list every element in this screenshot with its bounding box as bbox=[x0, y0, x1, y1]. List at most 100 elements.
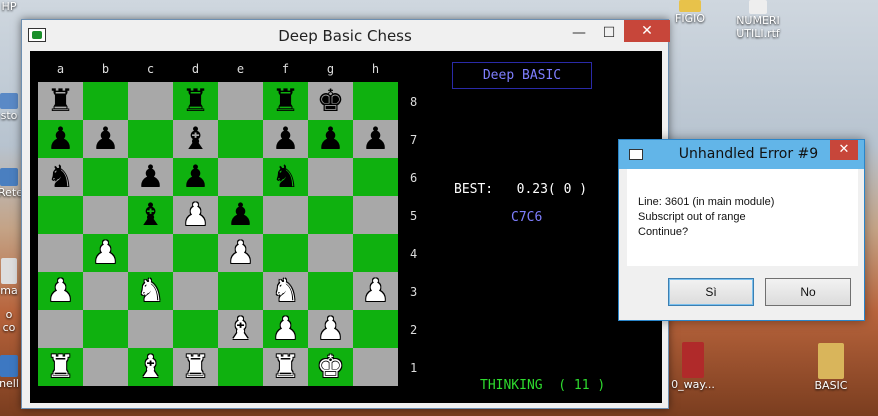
square-h2[interactable] bbox=[353, 310, 398, 348]
square-c8[interactable] bbox=[128, 82, 173, 120]
square-d4[interactable] bbox=[173, 234, 218, 272]
white-pawn-icon[interactable]: ♟ bbox=[83, 234, 128, 272]
square-a4[interactable] bbox=[38, 234, 83, 272]
white-pawn-icon[interactable]: ♟ bbox=[218, 234, 263, 272]
dialog-titlebar[interactable]: Unhandled Error #9 ✕ bbox=[619, 140, 864, 169]
square-g6[interactable] bbox=[308, 158, 353, 196]
square-d8[interactable]: ♜ bbox=[173, 82, 218, 120]
square-g8[interactable]: ♚ bbox=[308, 82, 353, 120]
desktop-icon-nell[interactable]: nell bbox=[0, 355, 20, 390]
desktop-icon-basic[interactable]: BASIC bbox=[808, 343, 854, 392]
black-rook-icon[interactable]: ♜ bbox=[173, 82, 218, 120]
white-pawn-icon[interactable]: ♟ bbox=[263, 310, 308, 348]
square-d5[interactable]: ♟ bbox=[173, 196, 218, 234]
close-button[interactable]: ✕ bbox=[624, 20, 670, 42]
square-e8[interactable] bbox=[218, 82, 263, 120]
black-pawn-icon[interactable]: ♟ bbox=[173, 158, 218, 196]
black-pawn-icon[interactable]: ♟ bbox=[83, 120, 128, 158]
black-pawn-icon[interactable]: ♟ bbox=[263, 120, 308, 158]
square-f7[interactable]: ♟ bbox=[263, 120, 308, 158]
square-e2[interactable]: ♝ bbox=[218, 310, 263, 348]
black-pawn-icon[interactable]: ♟ bbox=[218, 196, 263, 234]
square-h4[interactable] bbox=[353, 234, 398, 272]
black-pawn-icon[interactable]: ♟ bbox=[353, 120, 398, 158]
white-rook-icon[interactable]: ♜ bbox=[38, 348, 83, 386]
square-b4[interactable]: ♟ bbox=[83, 234, 128, 272]
square-d1[interactable]: ♜ bbox=[173, 348, 218, 386]
square-a8[interactable]: ♜ bbox=[38, 82, 83, 120]
window-titlebar[interactable]: Deep Basic Chess — ☐ ✕ bbox=[22, 20, 670, 51]
square-c2[interactable] bbox=[128, 310, 173, 348]
square-b7[interactable]: ♟ bbox=[83, 120, 128, 158]
desktop-icon-figio[interactable]: FIGIO bbox=[670, 0, 710, 25]
black-pawn-icon[interactable]: ♟ bbox=[308, 120, 353, 158]
dialog-close-button[interactable]: ✕ bbox=[830, 140, 858, 160]
square-h6[interactable] bbox=[353, 158, 398, 196]
square-f8[interactable]: ♜ bbox=[263, 82, 308, 120]
square-h7[interactable]: ♟ bbox=[353, 120, 398, 158]
desktop-icon-hp[interactable]: HP bbox=[0, 0, 20, 13]
black-pawn-icon[interactable]: ♟ bbox=[128, 158, 173, 196]
square-b5[interactable] bbox=[83, 196, 128, 234]
square-b2[interactable] bbox=[83, 310, 128, 348]
desktop-icon-numeri[interactable]: NUMERI UTILI.rtf bbox=[728, 0, 788, 40]
white-knight-icon[interactable]: ♞ bbox=[128, 272, 173, 310]
white-bishop-icon[interactable]: ♝ bbox=[218, 310, 263, 348]
square-g7[interactable]: ♟ bbox=[308, 120, 353, 158]
square-a7[interactable]: ♟ bbox=[38, 120, 83, 158]
white-rook-icon[interactable]: ♜ bbox=[173, 348, 218, 386]
square-h1[interactable] bbox=[353, 348, 398, 386]
black-rook-icon[interactable]: ♜ bbox=[38, 82, 83, 120]
white-pawn-icon[interactable]: ♟ bbox=[38, 272, 83, 310]
square-c4[interactable] bbox=[128, 234, 173, 272]
square-h8[interactable] bbox=[353, 82, 398, 120]
square-d2[interactable] bbox=[173, 310, 218, 348]
square-e7[interactable] bbox=[218, 120, 263, 158]
black-bishop-icon[interactable]: ♝ bbox=[173, 120, 218, 158]
square-g2[interactable]: ♟ bbox=[308, 310, 353, 348]
black-knight-icon[interactable]: ♞ bbox=[38, 158, 83, 196]
square-a1[interactable]: ♜ bbox=[38, 348, 83, 386]
square-f4[interactable] bbox=[263, 234, 308, 272]
white-pawn-icon[interactable]: ♟ bbox=[173, 196, 218, 234]
minimize-button[interactable]: — bbox=[564, 20, 594, 46]
white-rook-icon[interactable]: ♜ bbox=[263, 348, 308, 386]
square-c3[interactable]: ♞ bbox=[128, 272, 173, 310]
square-e5[interactable]: ♟ bbox=[218, 196, 263, 234]
square-f1[interactable]: ♜ bbox=[263, 348, 308, 386]
yes-button[interactable]: Sì bbox=[668, 278, 754, 306]
square-a6[interactable]: ♞ bbox=[38, 158, 83, 196]
square-g3[interactable] bbox=[308, 272, 353, 310]
chess-board[interactable]: ♜ ♜ ♜ ♚ ♟ ♟ ♝ ♟ ♟ ♟ ♞ ♟ ♟ ♞ ♝ ♟ ♟ ♟ ♟ ♟ ♞ ♞ ♟ ♝ ♟ ♟ ♜ ♝ ♜ ♜ ♚ bbox=[38, 82, 398, 386]
black-king-icon[interactable]: ♚ bbox=[308, 82, 353, 120]
white-bishop-icon[interactable]: ♝ bbox=[128, 348, 173, 386]
square-c7[interactable] bbox=[128, 120, 173, 158]
square-a2[interactable] bbox=[38, 310, 83, 348]
desktop-icon-oco[interactable]: o co bbox=[0, 308, 20, 334]
square-h3[interactable]: ♟ bbox=[353, 272, 398, 310]
no-button[interactable]: No bbox=[765, 278, 851, 306]
square-c5[interactable]: ♝ bbox=[128, 196, 173, 234]
square-b1[interactable] bbox=[83, 348, 128, 386]
square-g5[interactable] bbox=[308, 196, 353, 234]
desktop-icon-sto[interactable]: sto bbox=[0, 93, 20, 122]
white-pawn-icon[interactable]: ♟ bbox=[308, 310, 353, 348]
square-b8[interactable] bbox=[83, 82, 128, 120]
square-f2[interactable]: ♟ bbox=[263, 310, 308, 348]
desktop-icon-ma[interactable]: ma bbox=[0, 258, 20, 297]
square-e4[interactable]: ♟ bbox=[218, 234, 263, 272]
square-e1[interactable] bbox=[218, 348, 263, 386]
white-king-icon[interactable]: ♚ bbox=[308, 348, 353, 386]
white-pawn-icon[interactable]: ♟ bbox=[353, 272, 398, 310]
square-c6[interactable]: ♟ bbox=[128, 158, 173, 196]
square-e6[interactable] bbox=[218, 158, 263, 196]
white-knight-icon[interactable]: ♞ bbox=[263, 272, 308, 310]
square-g1[interactable]: ♚ bbox=[308, 348, 353, 386]
black-pawn-icon[interactable]: ♟ bbox=[38, 120, 83, 158]
square-b3[interactable] bbox=[83, 272, 128, 310]
square-d7[interactable]: ♝ bbox=[173, 120, 218, 158]
desktop-icon-way[interactable]: 0_way... bbox=[668, 342, 718, 391]
maximize-button[interactable]: ☐ bbox=[594, 20, 624, 46]
black-rook-icon[interactable]: ♜ bbox=[263, 82, 308, 120]
square-e3[interactable] bbox=[218, 272, 263, 310]
